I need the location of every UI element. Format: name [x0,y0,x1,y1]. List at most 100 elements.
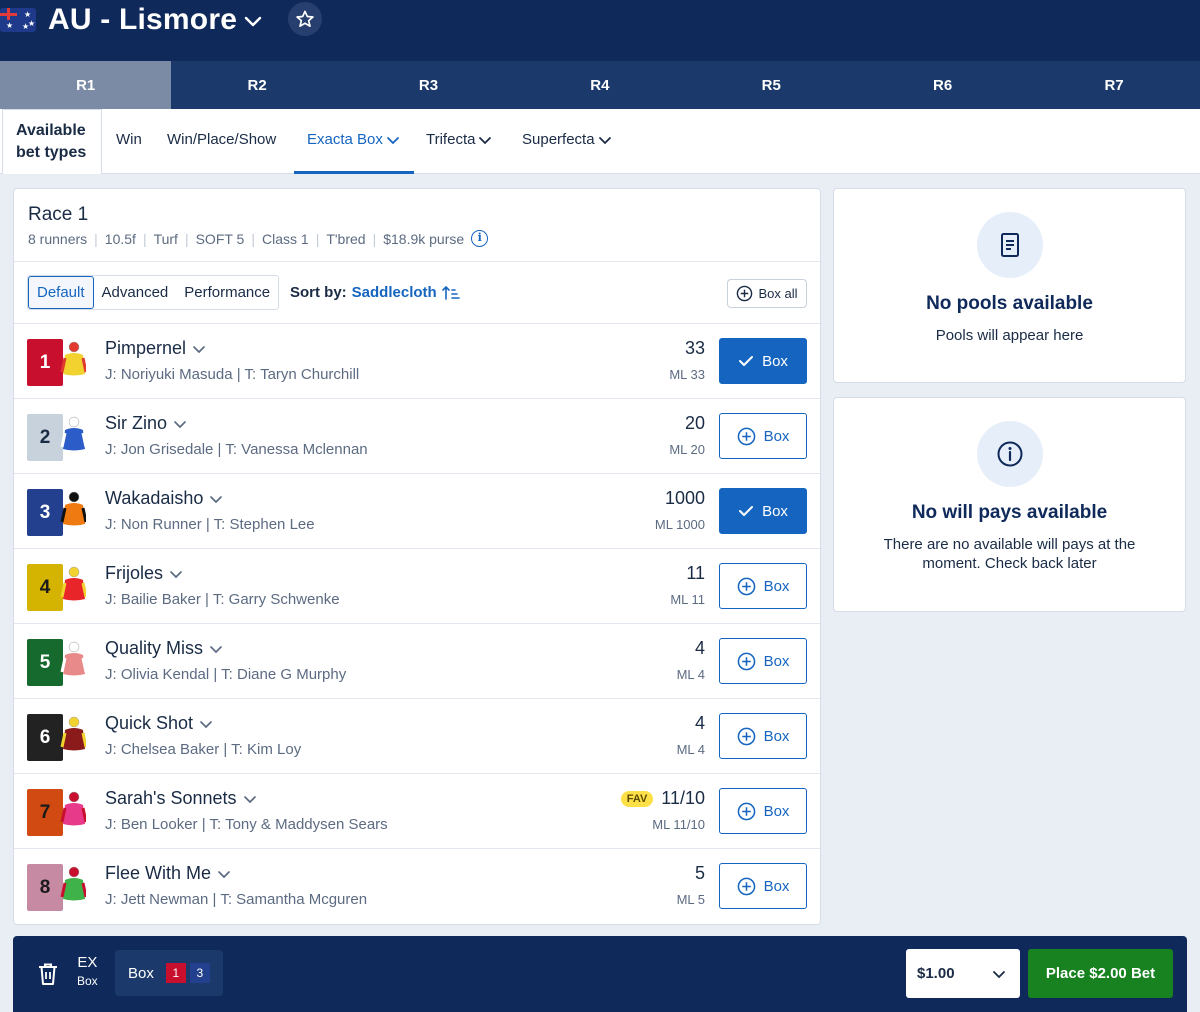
morning-line: ML 5 [676,892,705,907]
saddlecloth-number: 8 [27,864,63,911]
venue-title[interactable]: AU - Lismore [48,3,237,37]
box-all-button[interactable]: Box all [727,279,807,308]
chevron-down-icon[interactable] [242,10,264,32]
odds-value: 4 [694,713,705,733]
box-button[interactable]: Box [719,488,807,534]
odds-value: 20 [684,413,705,433]
jockey-trainer: J: Non Runner | T: Stephen Lee [105,516,315,533]
saddlecloth-number: 1 [27,339,63,386]
box-button[interactable]: Box [719,788,807,834]
race-tab-r1[interactable]: R1 [0,61,172,109]
will-pays-panel: No will pays available There are no avai… [833,397,1186,612]
runner-row: 7 Sarah's Sonnets J: Ben Looker | T: Tony … [14,773,820,848]
race-tab-r4[interactable]: R4 [514,61,685,109]
box-button[interactable]: Box [719,338,807,384]
chevron-down-icon [218,870,230,878]
plus-circle-icon [737,877,755,895]
bet-slip-bar: EX Box Box 1 3 $1.00 Place $2.00 Bet [13,936,1187,1012]
view-toggle: Default Advanced Performance [27,275,280,310]
bet-type-trifecta[interactable]: Trifecta [426,131,492,148]
sort-ascending-icon [441,285,460,300]
chevron-down-icon [174,420,186,428]
runner-name[interactable]: Quick Shot [105,713,213,734]
odds-value: 5 [694,863,705,883]
race-tab-r5[interactable]: R5 [686,61,857,109]
saddlecloth-number: 4 [27,564,63,611]
jockey-trainer: J: Noriyuki Masuda | T: Taryn Churchill [105,366,360,383]
plus-circle-icon [737,427,755,445]
box-button[interactable]: Box [719,863,807,909]
jockey-silk-icon [60,341,86,376]
jockey-silk-icon [60,491,86,526]
runner-name[interactable]: Pimpernel [105,338,206,359]
stake-select[interactable]: $1.00 [906,949,1020,998]
trash-icon[interactable] [37,962,59,986]
jockey-trainer: J: Olivia Kendal | T: Diane G Murphy [105,666,347,683]
race-tab-r7[interactable]: R7 [1028,61,1199,109]
view-default[interactable]: Default [28,276,94,309]
place-bet-button[interactable]: Place $2.00 Bet [1028,949,1173,998]
runner-row: 6 Quick Shot J: Chelsea Baker | T: Kim Loy… [14,698,820,773]
runner-name[interactable]: Sarah's Sonnets [105,788,257,809]
sort-control[interactable]: Sort by: Saddlecloth [290,284,460,301]
view-advanced[interactable]: Advanced [94,276,177,309]
plus-circle-icon [737,652,755,670]
chevron-down-icon [243,795,256,803]
runner-name[interactable]: Wakadaisho [105,488,223,509]
race-card: Race 1 8 runners | 10.5f | Turf | SOFT 5 | C… [13,188,821,925]
info-icon [977,421,1043,487]
runner-row: 2 Sir Zino J: Jon Grisedale | T: Vanessa M… [14,398,820,473]
star-icon [296,10,314,27]
box-button[interactable]: Box [719,563,807,609]
info-icon[interactable]: i [471,230,489,247]
chevron-down-icon [170,570,182,578]
saddlecloth-number: 6 [27,714,63,761]
runner-name[interactable]: Quality Miss [105,638,223,659]
morning-line: ML 4 [676,742,705,757]
pools-panel: No pools available Pools will appear her… [833,188,1186,383]
odds-value: 11 [686,563,705,583]
pools-text: Pools will appear here [935,327,1084,344]
bet-type-win-place-show[interactable]: Win/Place/Show [167,131,276,148]
runner-name[interactable]: Frijoles [105,563,183,584]
runner-row: 5 Quality Miss J: Olivia Kendal | T: Diane… [14,623,820,698]
box-button[interactable]: Box [719,638,807,684]
chevron-down-icon [479,136,492,144]
bet-type-superfecta[interactable]: Superfecta [522,131,612,148]
plus-circle-icon [737,285,753,302]
race-title: Race 1 [28,204,89,225]
runner-name[interactable]: Sir Zino [105,413,187,434]
bet-type-summary: EX Box [77,954,98,988]
favourite-button[interactable] [288,2,322,36]
will-pays-text: There are no available will pays at the … [883,536,1136,572]
saddlecloth-number: 2 [27,414,63,461]
plus-circle-icon [737,802,755,820]
odds-value: 4 [694,638,705,658]
available-bet-types-label: Available bet types [2,109,102,174]
box-button[interactable]: Box [719,713,807,759]
morning-line: ML 33 [669,367,705,382]
saddlecloth-number: 5 [27,639,63,686]
check-icon [739,356,754,366]
selection-chip[interactable]: Box 1 3 [115,950,223,996]
runner-name[interactable]: Flee With Me [105,863,231,884]
plus-circle-icon [737,727,755,745]
jockey-silk-icon [60,716,86,751]
box-button[interactable]: Box [719,413,807,459]
jockey-silk-icon [60,866,86,901]
plus-circle-icon [737,577,755,595]
bet-type-win[interactable]: Win [116,131,142,148]
morning-line: ML 4 [676,667,705,682]
race-tab-r3[interactable]: R3 [343,61,514,109]
pools-title: No pools available [926,293,1093,314]
jockey-trainer: J: Jett Newman | T: Samantha Mcguren [105,891,368,908]
race-tab-r6[interactable]: R6 [857,61,1028,109]
will-pays-title: No will pays available [911,502,1108,523]
runner-row: 4 Frijoles J: Bailie Baker | T: Garry Schw… [14,548,820,623]
morning-line: ML 11/10 [652,817,705,832]
view-performance[interactable]: Performance [176,276,278,309]
bet-type-exacta-box[interactable]: Exacta Box [307,131,400,148]
australia-flag-icon: ★ ★ ★ ★ [0,8,36,32]
favourite-badge: FAV [620,790,654,807]
race-tab-r2[interactable]: R2 [171,61,342,109]
